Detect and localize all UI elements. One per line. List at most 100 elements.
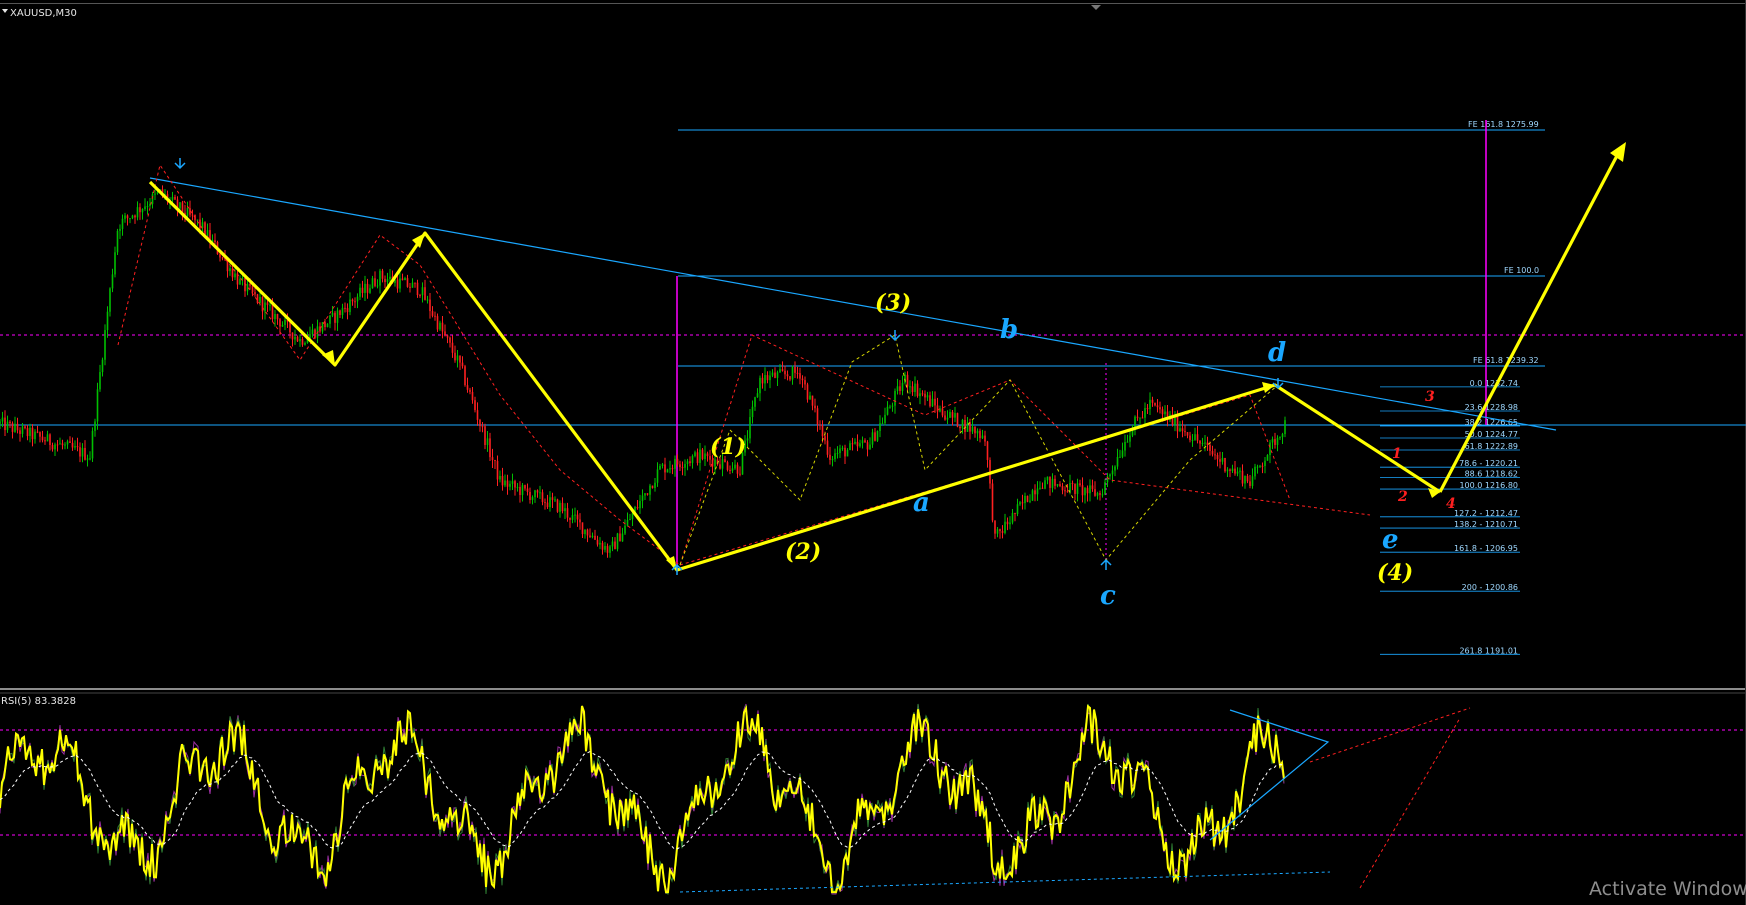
candle-body	[279, 319, 281, 327]
candle-body	[664, 464, 666, 473]
candle-body	[524, 485, 526, 489]
candle-body	[589, 535, 591, 538]
candle-body	[429, 299, 431, 312]
candle-body	[841, 447, 844, 449]
candle-body	[1271, 439, 1274, 443]
candle-body	[924, 393, 926, 398]
candle-body	[111, 274, 114, 289]
candle-body	[614, 541, 616, 550]
candle-body	[546, 502, 549, 508]
candle-body	[661, 464, 664, 466]
candle-body	[846, 450, 849, 457]
candle-body	[1064, 490, 1066, 492]
candle-body	[1259, 465, 1261, 467]
candle-body	[76, 446, 79, 448]
fib-retr-label: 88.6 1218.62	[1465, 469, 1518, 478]
candle-body	[651, 485, 654, 489]
candle-body	[881, 423, 884, 425]
subwave-label-4: 4	[1446, 496, 1456, 512]
candle-body	[526, 488, 529, 492]
candle-body	[889, 406, 891, 408]
rsi-series	[0, 703, 1285, 895]
candle-body	[1219, 459, 1221, 462]
candle-body	[1031, 490, 1034, 501]
candle-body	[999, 529, 1001, 532]
candle-body	[1039, 487, 1041, 489]
candle-body	[931, 398, 934, 407]
candle-body	[261, 296, 264, 312]
candle-body	[1159, 407, 1161, 410]
wave-label-e: e	[1382, 525, 1399, 555]
chart-window[interactable]: XAUUSD,M30 FE 161.8 1275.99 FE 100.0 FE …	[0, 0, 1746, 905]
candle-body	[19, 430, 21, 434]
candle-body	[121, 218, 124, 229]
candle-body	[386, 279, 389, 283]
candle-body	[1224, 457, 1226, 472]
candle-body	[1249, 481, 1251, 486]
candle-body	[994, 520, 996, 534]
candle-body	[666, 469, 669, 473]
candle-body	[501, 475, 504, 486]
descending-trendline	[149, 177, 1557, 431]
candle-body	[751, 406, 754, 418]
candle-body	[361, 287, 364, 293]
candle-body	[434, 315, 436, 317]
chart-canvas[interactable]: XAUUSD,M30 FE 161.8 1275.99 FE 100.0 FE …	[0, 0, 1746, 905]
candle-body	[229, 268, 231, 272]
candle-body	[1084, 487, 1086, 496]
candle-body	[779, 369, 781, 373]
candle-body	[891, 405, 894, 407]
candle-body	[11, 423, 14, 432]
candle-body	[379, 270, 381, 286]
candle-body	[0, 421, 1, 424]
candle-body	[859, 443, 861, 447]
scroll-marker-icon[interactable]	[1091, 5, 1101, 10]
candle-body	[631, 513, 634, 519]
candle-body	[746, 438, 749, 441]
candle-body	[951, 412, 954, 418]
candle-body	[246, 283, 249, 292]
candle-body	[844, 447, 846, 457]
candle-body	[699, 449, 701, 463]
candle-body	[1056, 484, 1059, 486]
candle-body	[451, 342, 454, 353]
candle-body	[819, 424, 821, 426]
candle-body	[276, 314, 279, 320]
chart-menu-icon[interactable]	[2, 9, 8, 13]
candle-body	[764, 375, 766, 384]
candle-body	[766, 375, 769, 381]
candle-body	[404, 278, 406, 281]
candle-body	[494, 460, 496, 462]
candle-body	[1221, 457, 1224, 462]
candle-body	[506, 480, 509, 487]
candle-body	[109, 288, 111, 312]
candle-body	[16, 423, 19, 431]
candle-body	[854, 441, 856, 444]
candle-body	[144, 206, 146, 209]
candle-body	[214, 240, 216, 243]
candle-body	[1209, 444, 1211, 451]
candle-body	[516, 486, 519, 488]
candle-body	[56, 444, 59, 446]
candle-body	[119, 228, 121, 231]
candle-body	[559, 502, 561, 512]
candle-body	[381, 270, 384, 279]
candle-body	[706, 453, 709, 457]
candle-body	[431, 311, 434, 316]
candle-body	[439, 322, 441, 330]
candle-body	[4, 417, 6, 431]
rsi-red-dashed-lower	[1359, 717, 1461, 889]
fractal-up-arrow-icon-2	[1100, 558, 1112, 570]
wave-label-a: a	[913, 488, 930, 518]
candle-body	[81, 447, 84, 457]
candle-body	[266, 302, 269, 306]
candle-body	[1244, 475, 1246, 484]
candle-body	[329, 315, 331, 324]
candle-body	[1176, 415, 1179, 432]
candle-body	[696, 452, 699, 463]
candle-body	[219, 254, 221, 258]
candle-body	[689, 461, 691, 464]
candle-body	[341, 307, 344, 316]
candle-body	[609, 546, 611, 553]
candle-body	[561, 502, 564, 512]
